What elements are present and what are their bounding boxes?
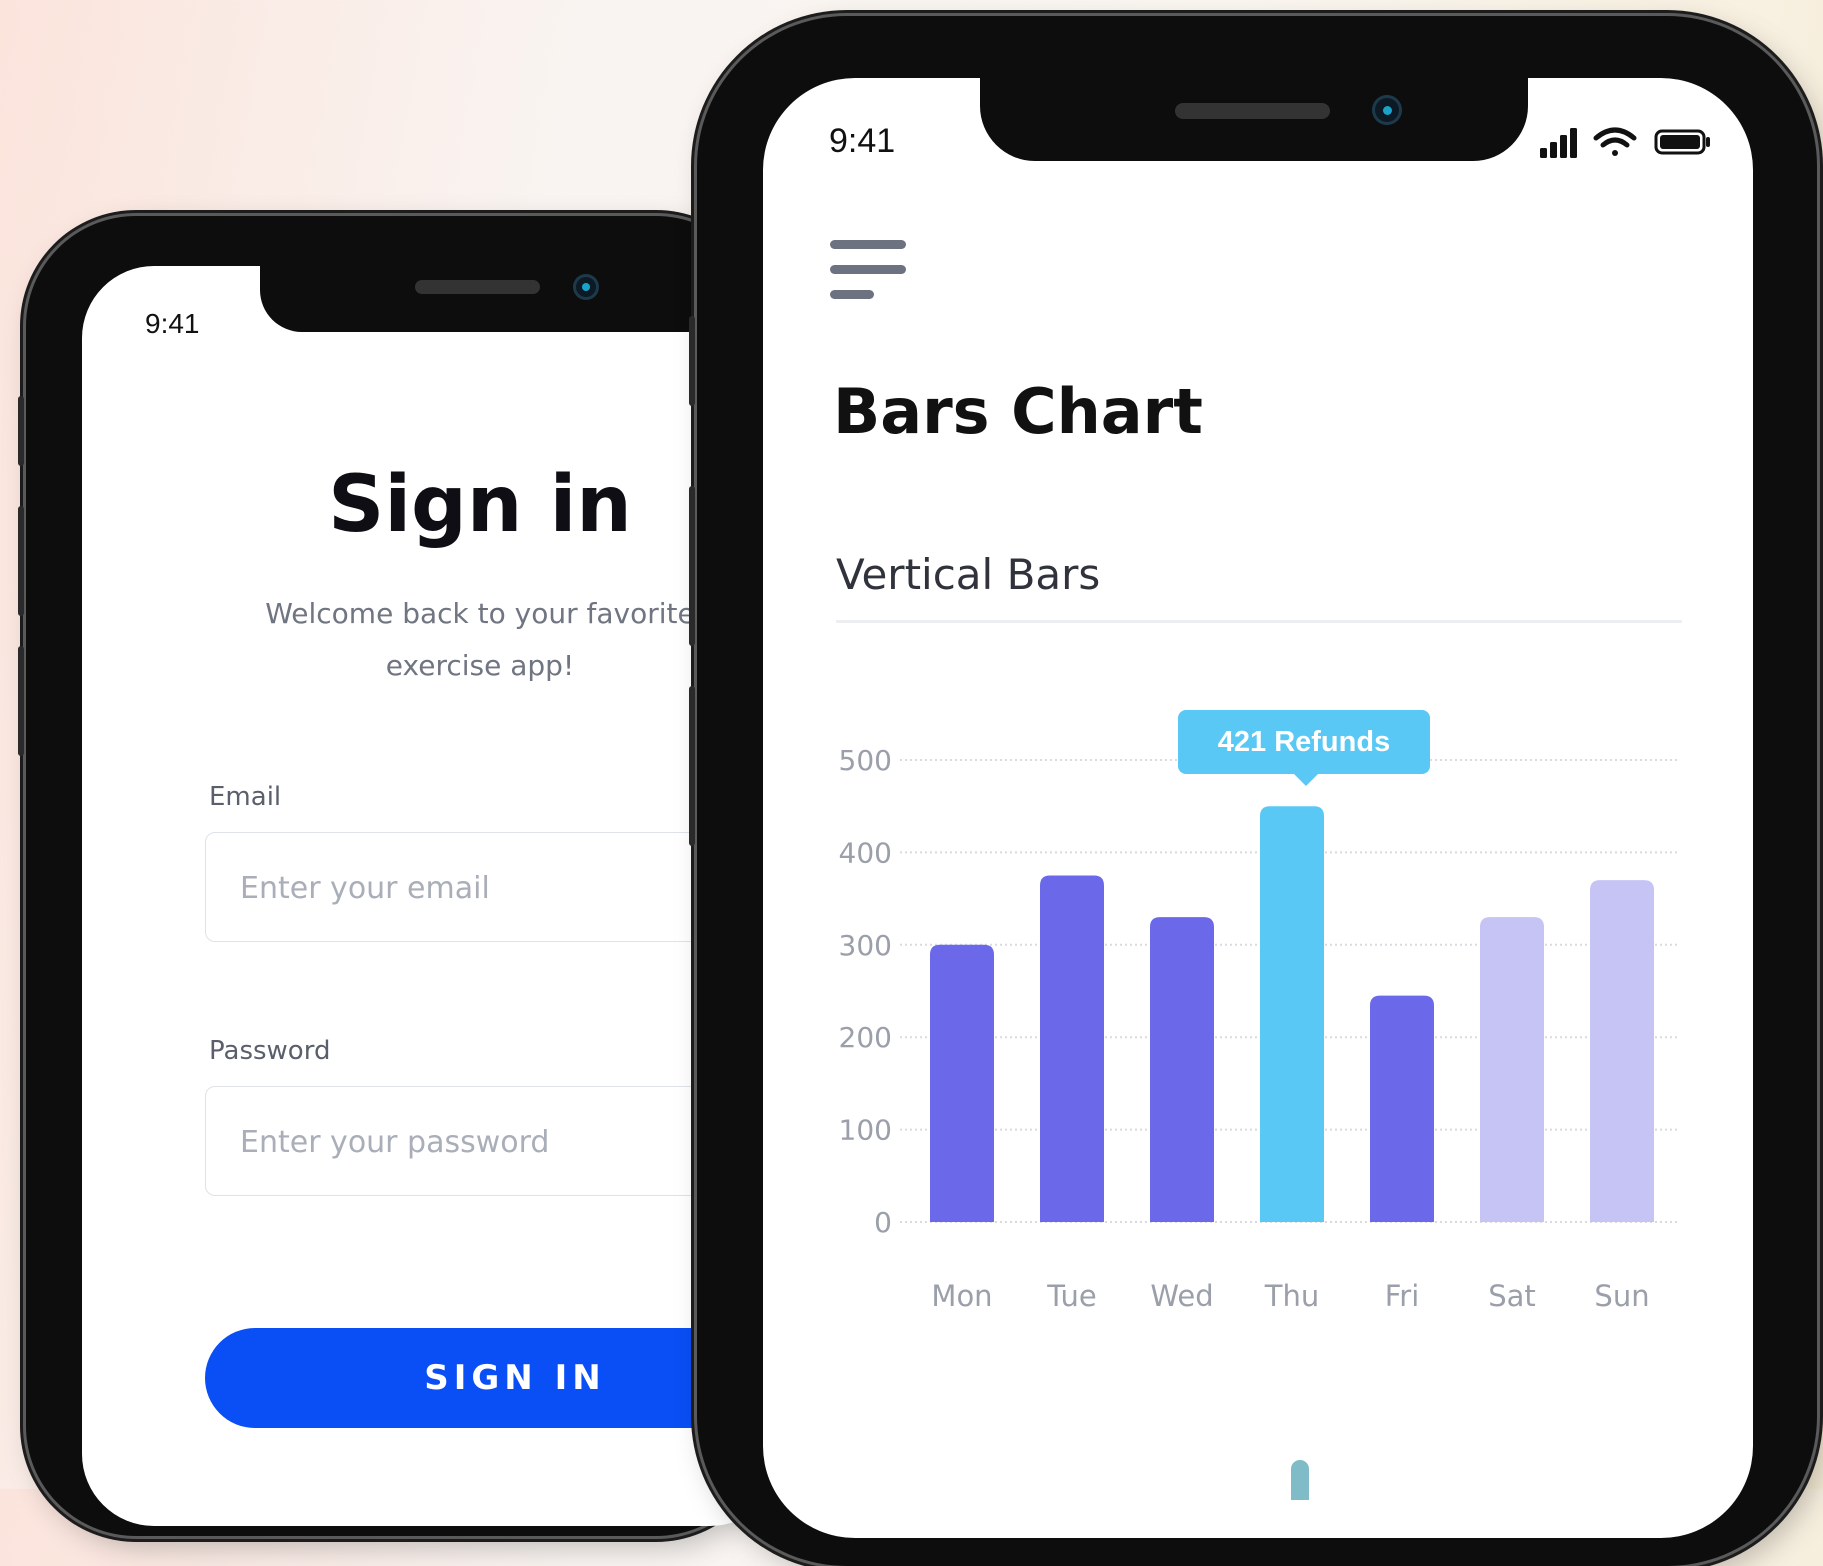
front-camera [1372, 95, 1402, 125]
bar-sat[interactable] [1480, 917, 1544, 1222]
mute-switch [18, 396, 24, 466]
bar-sun[interactable] [1590, 880, 1654, 1222]
signal-icon [1540, 128, 1577, 158]
page-title: Bars Chart [833, 375, 1203, 448]
y-tick-label: 200 [839, 1021, 892, 1054]
y-tick-label: 500 [839, 744, 892, 777]
chart-notch [980, 75, 1528, 161]
y-tick-label: 300 [839, 929, 892, 962]
email-label: Email [209, 782, 282, 812]
phone-side-button [689, 686, 695, 846]
welcome-text: Welcome back to your favorite exercise a… [200, 588, 760, 692]
section-title: Vertical Bars [836, 550, 1101, 599]
x-tick-label: Fri [1385, 1279, 1420, 1313]
x-tick-label: Sun [1594, 1279, 1649, 1313]
welcome-line-2: exercise app! [385, 649, 575, 682]
bar-chart: 0 100 200 300 400 500 Mon Tue Wed Thu Fri Sat Sun [839, 744, 1680, 1313]
welcome-line-1: Welcome back to your favorite [265, 597, 695, 630]
wifi-icon [1593, 127, 1637, 156]
battery-icon [1654, 129, 1710, 155]
bar-mon[interactable] [930, 944, 994, 1222]
front-camera [573, 274, 599, 300]
speaker-grille [415, 280, 540, 294]
phone-side-button [689, 316, 695, 406]
status-time: 9:41 [145, 308, 200, 339]
next-chart-peek [1291, 1460, 1309, 1500]
x-tick-label: Thu [1264, 1279, 1319, 1313]
y-tick-label: 0 [874, 1206, 892, 1239]
speaker-grille [1175, 103, 1330, 119]
status-time: 9:41 [829, 122, 896, 160]
volume-up-button [18, 506, 24, 616]
status-bar-icons [1540, 127, 1710, 158]
bar-tooltip: 421 Refunds [1178, 710, 1430, 786]
bar-thu[interactable] [1260, 806, 1324, 1222]
x-tick-label: Mon [931, 1279, 992, 1313]
volume-down-button [18, 646, 24, 756]
bar-tue[interactable] [1040, 875, 1104, 1223]
x-tick-label: Tue [1046, 1279, 1097, 1313]
password-label: Password [209, 1036, 331, 1066]
x-tick-label: Wed [1150, 1279, 1213, 1313]
bar-fri[interactable] [1370, 995, 1434, 1222]
x-tick-label: Sat [1488, 1279, 1536, 1313]
y-tick-label: 400 [839, 836, 892, 869]
bar-wed[interactable] [1150, 917, 1214, 1222]
y-tick-label: 100 [839, 1114, 892, 1147]
section-divider [836, 620, 1682, 623]
menu-icon[interactable] [830, 240, 906, 302]
phone-side-button [689, 486, 695, 646]
signin-notch [260, 262, 730, 332]
